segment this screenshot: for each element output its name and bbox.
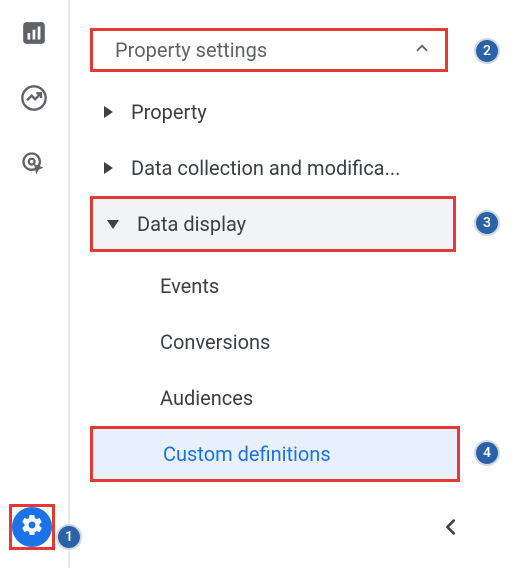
caret-right-icon	[104, 106, 113, 118]
section-title: Property settings	[115, 38, 267, 62]
sub-item-audiences[interactable]: Audiences	[90, 370, 520, 426]
sub-item-label: Audiences	[160, 386, 253, 410]
tree-item-label: Data collection and modifica...	[131, 156, 400, 180]
trend-icon[interactable]	[20, 84, 48, 112]
nav-icon-rail	[0, 0, 70, 568]
bar-chart-icon[interactable]	[21, 20, 47, 46]
settings-panel: Property settings Property Data collecti…	[90, 0, 520, 568]
tree-item-property[interactable]: Property	[90, 84, 520, 140]
admin-gear-highlight	[9, 504, 55, 550]
admin-gear-button[interactable]	[12, 507, 52, 547]
data-display-children: Events Conversions Audiences Custom defi…	[90, 258, 520, 482]
sub-item-label: Events	[160, 274, 219, 298]
chevron-up-icon	[413, 38, 431, 62]
sub-item-custom-definitions[interactable]: Custom definitions	[90, 426, 460, 482]
caret-down-icon	[107, 220, 119, 229]
sub-item-label: Custom definitions	[163, 442, 331, 466]
step-badge-3: 3	[474, 210, 500, 236]
caret-right-icon	[104, 162, 113, 174]
tree-item-label: Data display	[137, 212, 246, 236]
sub-item-conversions[interactable]: Conversions	[90, 314, 520, 370]
step-badge-2: 2	[474, 38, 500, 64]
click-icon[interactable]	[20, 150, 48, 178]
tree-item-label: Property	[131, 100, 207, 124]
sub-item-events[interactable]: Events	[90, 258, 520, 314]
step-badge-1: 1	[56, 524, 82, 550]
tree-item-data-collection[interactable]: Data collection and modifica...	[90, 140, 520, 196]
gear-icon	[20, 513, 44, 541]
tree-item-data-display[interactable]: Data display	[90, 196, 456, 252]
step-badge-4: 4	[474, 440, 500, 466]
sub-item-label: Conversions	[160, 330, 270, 354]
property-settings-header[interactable]: Property settings	[90, 28, 448, 72]
collapse-panel-button[interactable]	[440, 516, 462, 542]
